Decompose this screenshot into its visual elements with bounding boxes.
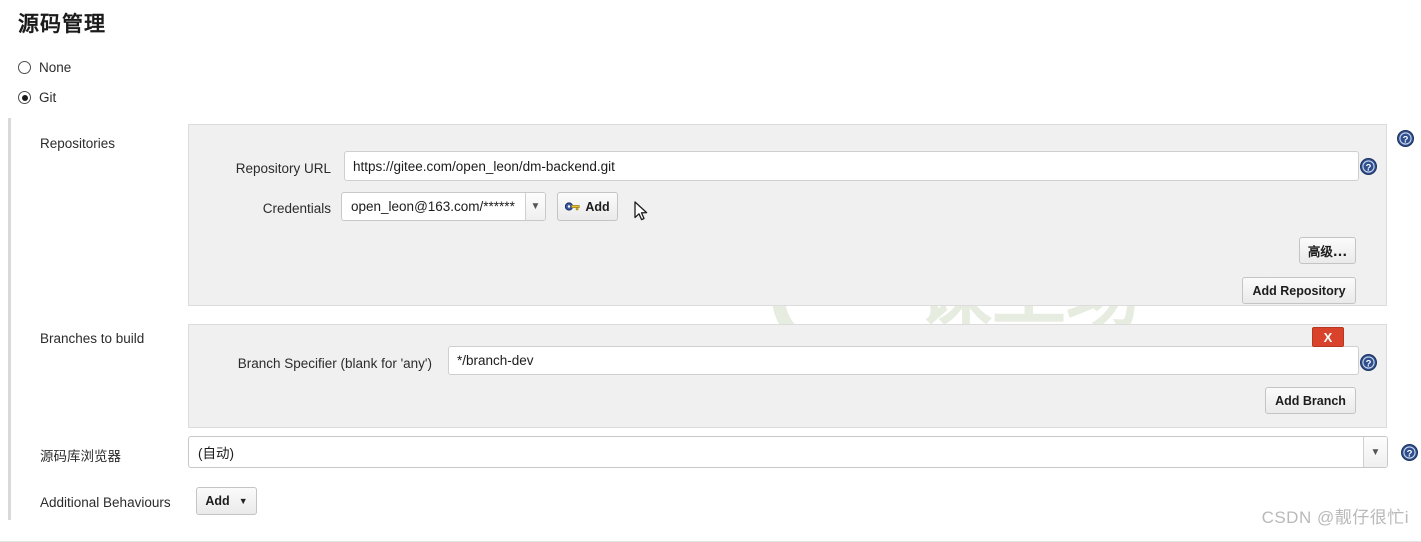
add-repository-button[interactable]: Add Repository xyxy=(1242,277,1356,304)
radio-scm-none[interactable]: None xyxy=(18,60,71,75)
radio-scm-git[interactable]: Git xyxy=(18,90,56,105)
add-credentials-button[interactable]: Add xyxy=(557,192,618,221)
repository-url-input[interactable] xyxy=(344,151,1359,181)
help-icon-repository-url[interactable]: ? xyxy=(1360,158,1377,175)
credentials-label: Credentials xyxy=(262,201,331,216)
key-icon xyxy=(565,201,580,212)
delete-branch-button[interactable]: X xyxy=(1312,327,1344,347)
radio-git-indicator[interactable] xyxy=(18,91,31,104)
help-icon-repositories-section[interactable]: ? xyxy=(1397,130,1414,147)
git-scm-section: Repositories Repository URL Credentials … xyxy=(8,118,1421,520)
repo-browser-select[interactable]: (自动) ▼ xyxy=(188,436,1388,468)
add-branch-button[interactable]: Add Branch xyxy=(1265,387,1356,414)
repository-url-label: Repository URL xyxy=(235,161,331,176)
credentials-selected-value: open_leon@163.com/****** xyxy=(351,199,515,214)
help-icon-branch-specifier[interactable]: ? xyxy=(1360,354,1377,371)
chevron-down-icon[interactable]: ▼ xyxy=(525,193,545,220)
repo-browser-label: 源码库浏览器 xyxy=(40,449,121,465)
repo-browser-selected-value: (自动) xyxy=(198,446,234,461)
radio-git-label: Git xyxy=(39,90,57,105)
advanced-button[interactable]: 高级... xyxy=(1299,237,1356,264)
branch-specifier-label: Branch Specifier (blank for 'any') xyxy=(237,356,432,371)
add-branch-label: Add Branch xyxy=(1275,393,1346,408)
svg-text:?: ? xyxy=(1403,134,1409,145)
scm-config-page: 课工场 kgc.cn ® 源码管理 None Git Repositories … xyxy=(0,0,1421,542)
svg-text:?: ? xyxy=(1366,162,1372,173)
chevron-down-icon: ▼ xyxy=(238,496,248,506)
branches-to-build-label: Branches to build xyxy=(40,331,145,346)
page-title: 源码管理 xyxy=(18,12,106,36)
svg-text:?: ? xyxy=(1366,358,1372,369)
add-repository-label: Add Repository xyxy=(1252,283,1346,298)
add-behaviour-button[interactable]: Add ▼ xyxy=(196,487,257,515)
add-credentials-label: Add xyxy=(585,199,610,214)
branch-specifier-input[interactable] xyxy=(448,346,1359,375)
advanced-label: 高级... xyxy=(1307,244,1348,259)
additional-behaviours-label: Additional Behaviours xyxy=(40,495,171,510)
radio-none-indicator[interactable] xyxy=(18,61,31,74)
repositories-panel: Repository URL Credentials open_leon@163… xyxy=(188,124,1387,306)
add-behaviour-label: Add xyxy=(205,494,230,508)
branches-panel: Branch Specifier (blank for 'any') Add B… xyxy=(188,324,1387,428)
credentials-select[interactable]: open_leon@163.com/****** ▼ xyxy=(341,192,546,221)
repositories-label: Repositories xyxy=(40,136,116,151)
help-icon-repo-browser[interactable]: ? xyxy=(1401,444,1418,461)
delete-branch-label: X xyxy=(1323,329,1333,345)
svg-text:?: ? xyxy=(1407,448,1413,459)
chevron-down-icon[interactable]: ▼ xyxy=(1363,437,1387,467)
csdn-watermark: CSDN @靓仔很忙i xyxy=(1261,508,1409,527)
radio-none-label: None xyxy=(39,60,72,75)
